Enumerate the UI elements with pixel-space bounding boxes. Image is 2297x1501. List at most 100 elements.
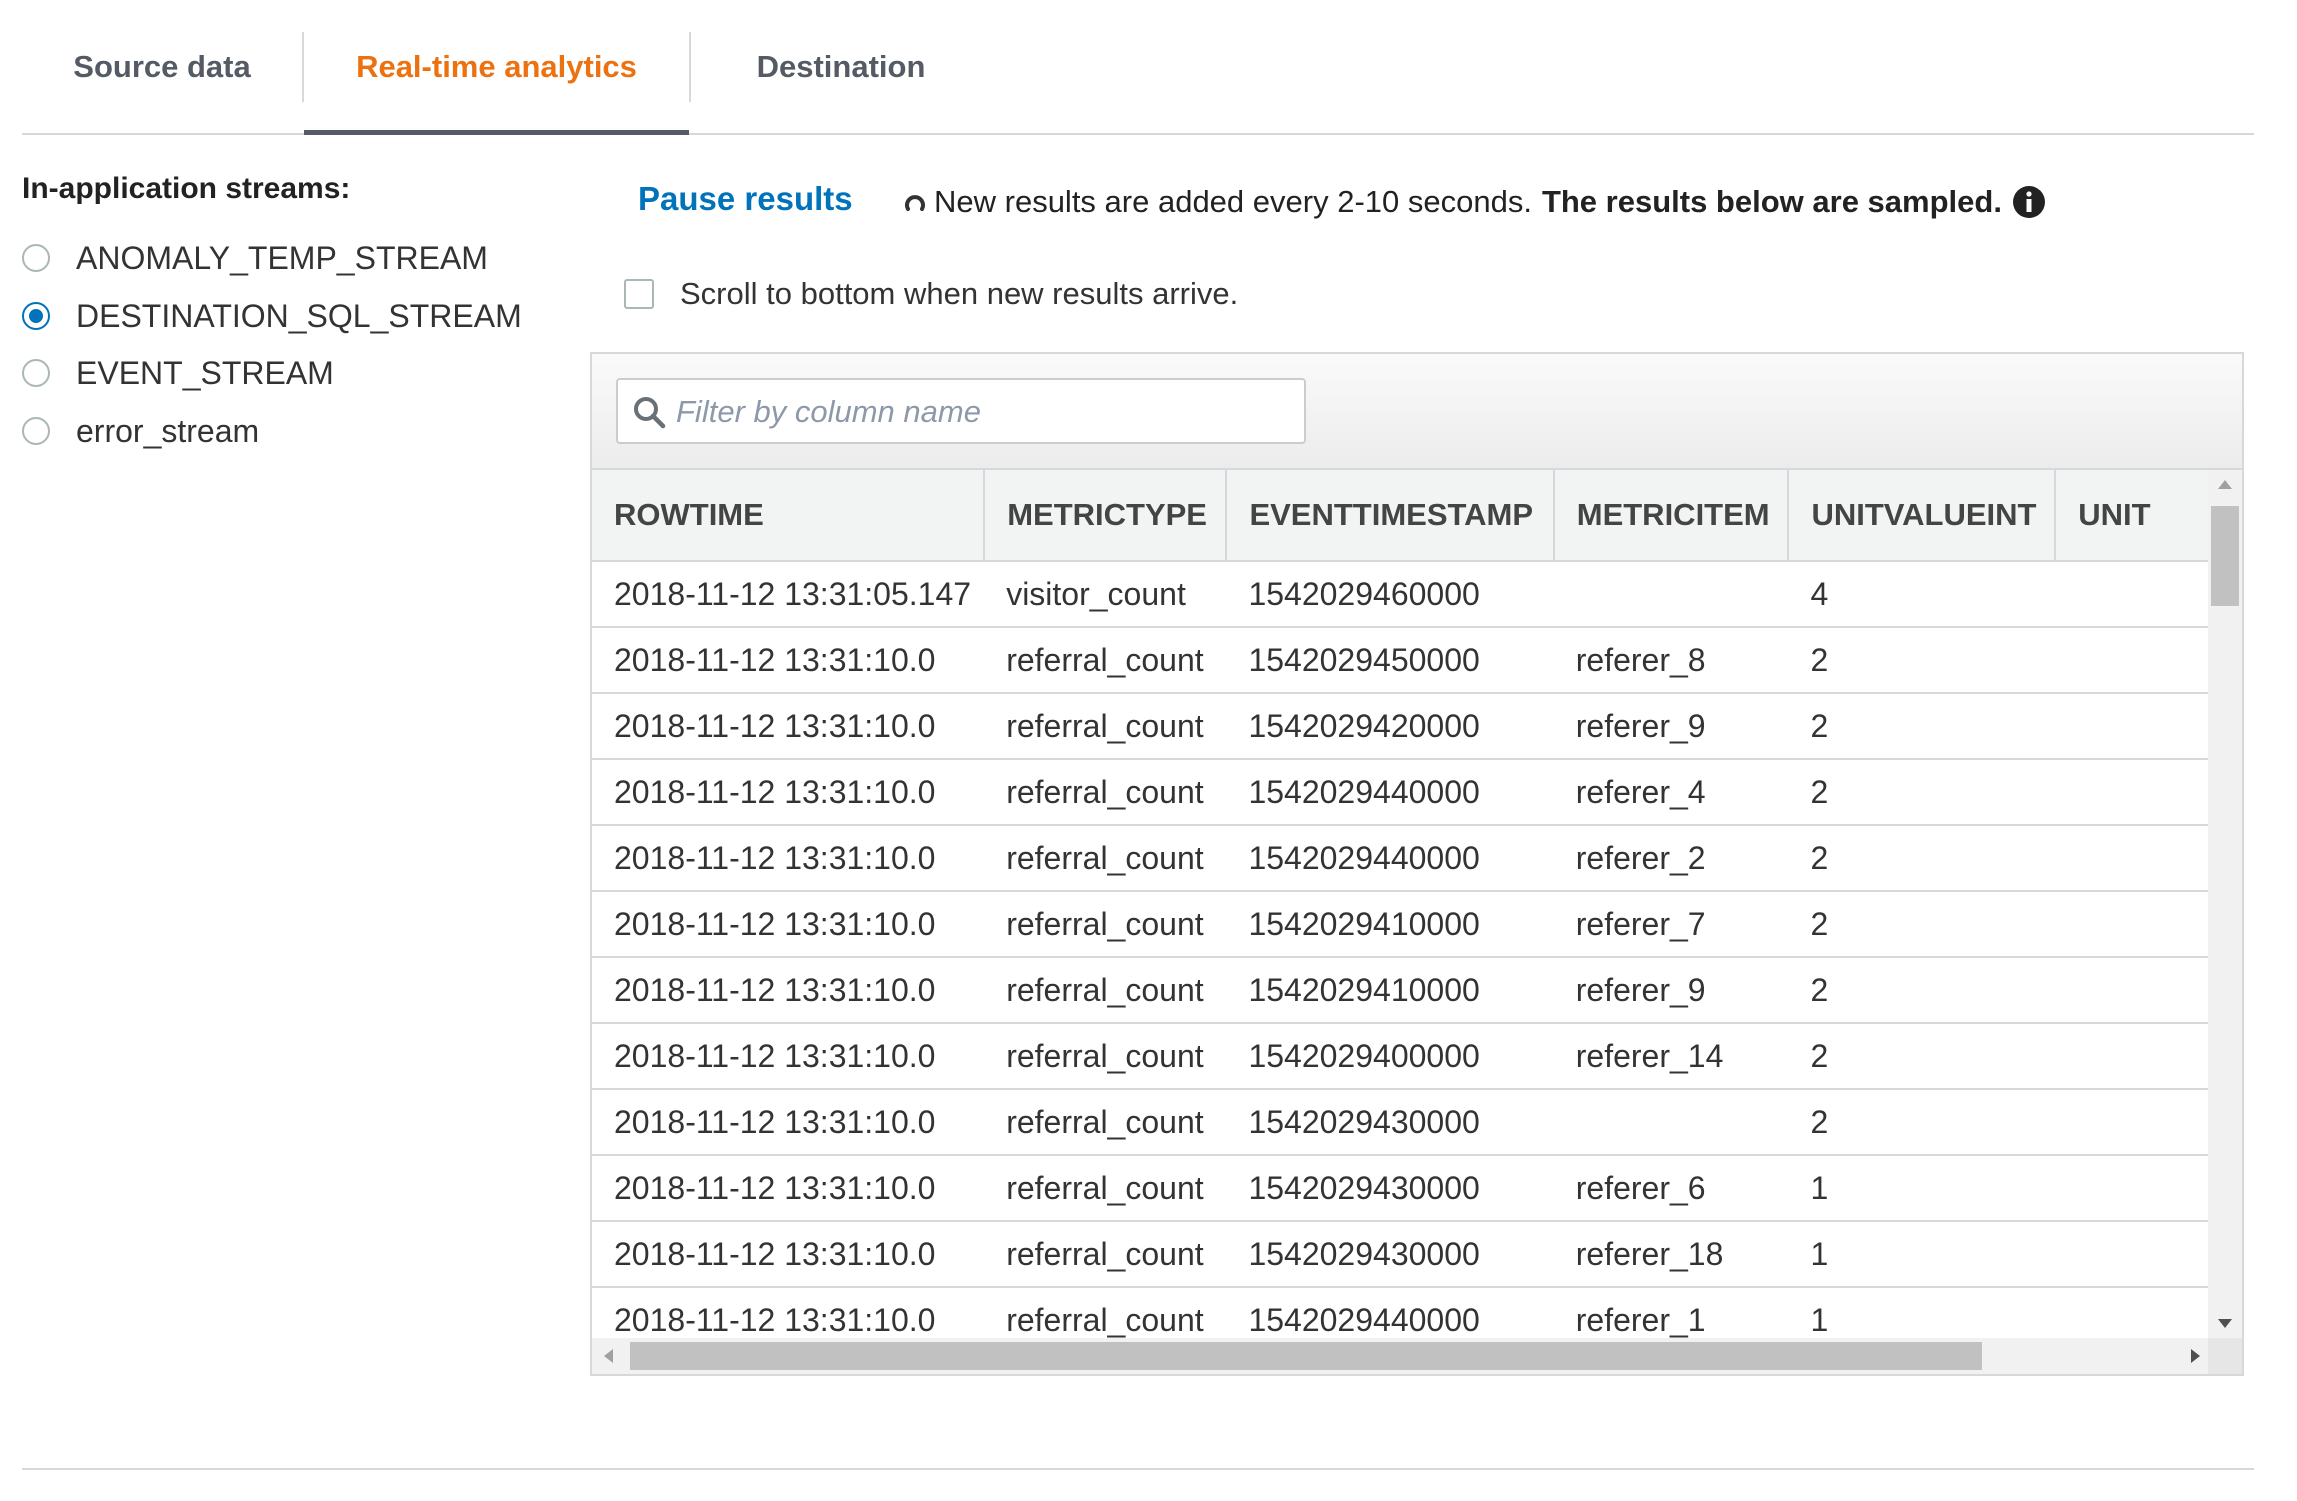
table-cell (2055, 825, 2211, 892)
table-cell: 2018-11-12 13:31:10.0 (592, 891, 985, 958)
filter-box[interactable] (616, 378, 1306, 444)
table-cell: 2018-11-12 13:31:10.0 (592, 627, 985, 694)
table-cell: 1542029430000 (1226, 1221, 1554, 1288)
table-cell: 2 (1788, 627, 2056, 694)
table-cell (2055, 1287, 2211, 1340)
table-cell: 2018-11-12 13:31:10.0 (592, 957, 985, 1024)
table-row: 2018-11-12 13:31:10.0 referral_count 15420… (592, 1089, 2211, 1156)
table-cell: referer_14 (1553, 1023, 1789, 1090)
table-cell: referer_9 (1553, 957, 1789, 1024)
column-header-eventtimestamp[interactable]: EVENTTIMESTAMP (1226, 470, 1555, 562)
streams-title: In-application streams: (22, 172, 351, 205)
table-cell: referer_9 (1553, 693, 1789, 760)
scroll-down-arrow-icon[interactable] (2218, 1319, 2232, 1328)
scroll-right-arrow-icon[interactable] (2191, 1349, 2200, 1363)
table-cell: referer_18 (1553, 1221, 1789, 1288)
pause-results-button[interactable]: Pause results (638, 180, 853, 218)
column-header-rowtime[interactable]: ROWTIME (592, 470, 986, 562)
stream-option-event-stream[interactable]: EVENT_STREAM (22, 353, 334, 393)
scroll-left-arrow-icon[interactable] (604, 1349, 613, 1363)
tab-source-data[interactable]: Source data (22, 0, 302, 133)
table-row: 2018-11-12 13:31:10.0 referral_count 15420… (592, 759, 2211, 826)
table-cell: 1542029430000 (1226, 1089, 1554, 1156)
table-cell: referer_8 (1553, 627, 1789, 694)
table-cell: 1542029460000 (1226, 561, 1554, 628)
table-cell: 2 (1788, 1089, 2056, 1156)
table-cell: referral_count (984, 825, 1227, 892)
search-icon (634, 397, 666, 429)
tab-real-time-analytics[interactable]: Real-time analytics (304, 0, 689, 135)
table-cell (2055, 1155, 2211, 1222)
table-cell: referer_7 (1553, 891, 1789, 958)
table-cell (2055, 627, 2211, 694)
table-cell: 2 (1788, 693, 2056, 760)
horizontal-scroll-thumb[interactable] (630, 1342, 1982, 1370)
radio-button-selected[interactable] (22, 302, 50, 330)
table-cell (2055, 759, 2211, 826)
stream-option-destination-sql[interactable]: DESTINATION_SQL_STREAM (22, 296, 522, 336)
table-cell (2055, 561, 2211, 628)
radio-button[interactable] (22, 359, 50, 387)
vertical-scrollbar[interactable] (2208, 470, 2242, 1340)
radio-button[interactable] (22, 417, 50, 445)
tab-destination[interactable]: Destination (691, 0, 991, 133)
table-cell: 2018-11-12 13:31:10.0 (592, 1287, 985, 1340)
table-cell: referral_count (984, 693, 1227, 760)
info-icon[interactable] (2012, 185, 2046, 219)
table-cell: 2018-11-12 13:31:10.0 (592, 825, 985, 892)
table-cell (2055, 891, 2211, 958)
stream-label: DESTINATION_SQL_STREAM (76, 297, 522, 334)
table-cell (1553, 1089, 1789, 1156)
table-cell: 4 (1788, 561, 2056, 628)
table-cell: 1542029440000 (1226, 825, 1554, 892)
stream-option-anomaly-temp[interactable]: ANOMALY_TEMP_STREAM (22, 238, 488, 278)
table-cell: referral_count (984, 1089, 1227, 1156)
table-cell: referral_count (984, 957, 1227, 1024)
horizontal-scrollbar[interactable] (592, 1338, 2212, 1374)
table-row: 2018-11-12 13:31:10.0 referral_count 15420… (592, 1155, 2211, 1222)
table-cell: 2 (1788, 891, 2056, 958)
bottom-divider (22, 1468, 2254, 1470)
scroll-to-bottom-label: Scroll to bottom when new results arrive… (680, 276, 1239, 311)
stream-label: ANOMALY_TEMP_STREAM (76, 239, 488, 276)
scroll-up-arrow-icon[interactable] (2218, 480, 2232, 489)
table-cell: 1542029410000 (1226, 957, 1554, 1024)
filter-column-input[interactable] (674, 380, 1298, 444)
table-cell: referral_count (984, 627, 1227, 694)
table-cell (2055, 693, 2211, 760)
tab-bar: Source data Real-time analytics Destinat… (22, 0, 2254, 135)
radio-button[interactable] (22, 244, 50, 272)
table-cell (2055, 1221, 2211, 1288)
table-cell: 2 (1788, 1023, 2056, 1090)
column-header-metrictype[interactable]: METRICTYPE (984, 470, 1228, 562)
table-cell: referer_1 (1553, 1287, 1789, 1340)
table-cell: 1 (1788, 1287, 2056, 1340)
table-cell: 2 (1788, 825, 2056, 892)
table-cell: referral_count (984, 1287, 1227, 1340)
table-row: 2018-11-12 13:31:05.147 visitor_count 1542… (592, 561, 2211, 628)
column-header-unit[interactable]: UNIT (2055, 470, 2212, 562)
spinner-icon (905, 195, 925, 211)
table-cell: 1 (1788, 1155, 2056, 1222)
column-header-unitvalueint[interactable]: UNITVALUEINT (1788, 470, 2057, 562)
table-cell (1553, 561, 1789, 628)
scroll-to-bottom-option[interactable]: Scroll to bottom when new results arrive… (624, 276, 1238, 312)
status-text: New results are added every 2-10 seconds… (934, 184, 1532, 219)
stream-option-error-stream[interactable]: error_stream (22, 411, 259, 451)
table-row: 2018-11-12 13:31:10.0 referral_count 15420… (592, 627, 2211, 694)
results-table: ROWTIME METRICTYPE EVENTTIMESTAMP METRIC… (592, 470, 2212, 1340)
scroll-to-bottom-checkbox[interactable] (624, 279, 654, 309)
vertical-scroll-thumb[interactable] (2211, 506, 2239, 606)
table-row: 2018-11-12 13:31:10.0 referral_count 15420… (592, 1221, 2211, 1288)
status-sampled-text: The results below are sampled. (1541, 184, 2002, 219)
table-cell: 2018-11-12 13:31:10.0 (592, 1089, 985, 1156)
table-cell: 1542029450000 (1226, 627, 1554, 694)
table-cell: 2018-11-12 13:31:10.0 (592, 1155, 985, 1222)
table-cell (2055, 1023, 2211, 1090)
results-panel: ROWTIME METRICTYPE EVENTTIMESTAMP METRIC… (590, 352, 2244, 1376)
table-cell: 1542029430000 (1226, 1155, 1554, 1222)
status-message: New results are added every 2-10 seconds… (904, 184, 2046, 220)
column-header-metricitem[interactable]: METRICITEM (1553, 470, 1790, 562)
table-row: 2018-11-12 13:31:10.0 referral_count 15420… (592, 891, 2211, 958)
results-grid: ROWTIME METRICTYPE EVENTTIMESTAMP METRIC… (592, 470, 2212, 1340)
